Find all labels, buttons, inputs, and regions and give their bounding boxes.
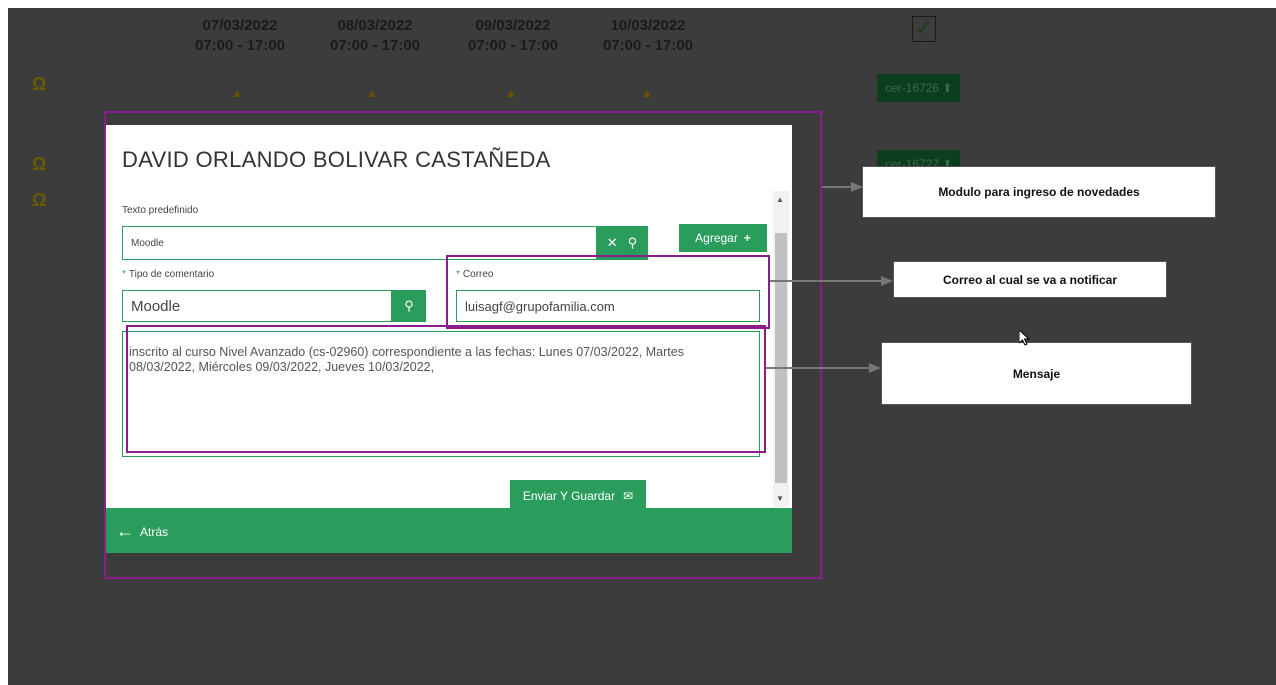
thumbs-up-icon: ▲ [641,86,653,100]
thumbs-up-icon: ▲ [231,86,243,100]
backdrop: 07/03/2022 07:00 - 17:00 08/03/2022 07:0… [8,8,1276,685]
download-icon: ⬆ [942,81,953,95]
message-connector-line [766,367,870,369]
email-connector-line [770,280,882,282]
thumbs-up-icon: ▲ [505,86,517,100]
date-text: 07/03/2022 [202,17,278,34]
time-text: 07:00 - 17:00 [602,37,694,54]
message-callout: Mensaje [881,342,1192,405]
award-ribbon-icon: Ω [32,190,47,210]
time-text: 07:00 - 17:00 [467,37,559,54]
date-text: 08/03/2022 [337,17,413,34]
checkbox-checked-icon[interactable]: ✓ [912,16,936,42]
award-ribbon-icon: Ω [32,154,47,174]
mouse-cursor-icon [1019,330,1031,346]
email-callout: Correo al cual se va a notificar [893,261,1167,298]
module-callout: Modulo para ingreso de novedades [862,166,1216,218]
date-text: 09/03/2022 [475,17,551,34]
date-column: 08/03/2022 07:00 - 17:00 [320,16,430,56]
time-text: 07:00 - 17:00 [329,37,421,54]
thumbs-up-icon: ▲ [366,86,378,100]
date-column: 07/03/2022 07:00 - 17:00 [185,16,295,56]
arrow-right-icon [881,276,893,286]
time-text: 07:00 - 17:00 [194,37,286,54]
date-text: 10/03/2022 [610,17,686,34]
module-connector-line [822,186,852,188]
email-highlight-box [446,255,770,329]
arrow-right-icon [869,363,881,373]
certificate-label: cer-16726 [885,81,940,95]
certificate-download-button[interactable]: cer-16726 ⬆ [877,74,961,102]
date-column: 09/03/2022 07:00 - 17:00 [458,16,568,56]
award-ribbon-icon: Ω [32,74,47,94]
date-column: 10/03/2022 07:00 - 17:00 [593,16,703,56]
message-highlight-box [126,325,766,453]
